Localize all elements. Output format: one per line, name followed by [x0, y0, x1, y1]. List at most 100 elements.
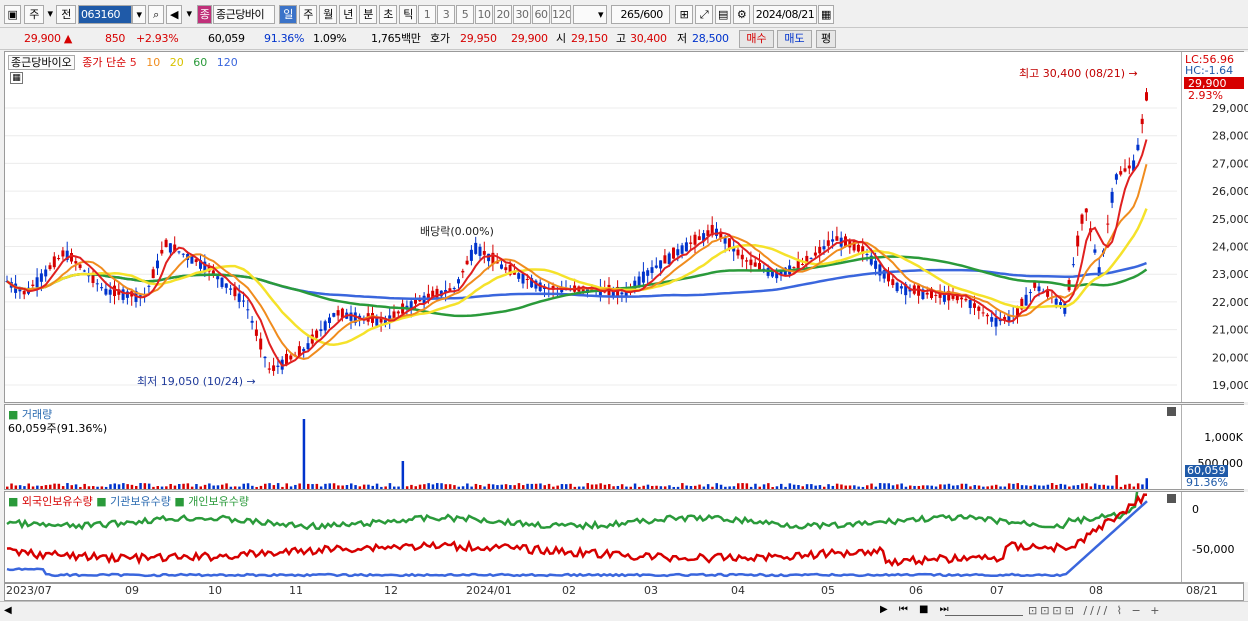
buy-button[interactable]: 매수	[739, 30, 774, 48]
volume-bar	[44, 485, 48, 489]
date-input[interactable]: 2024/08/21	[753, 5, 817, 24]
date-axis	[4, 583, 1244, 601]
volume-bar	[526, 483, 529, 489]
volume-bar	[685, 485, 688, 489]
hc-label: HC:-1.64	[1185, 64, 1233, 77]
candle-body	[1106, 223, 1110, 225]
chevron-down-icon[interactable]: ▾	[184, 5, 194, 24]
volume-bar	[655, 485, 658, 489]
interval-3[interactable]: 3	[437, 5, 455, 24]
candle-body	[259, 338, 263, 350]
market-type-select[interactable]: 주	[24, 5, 44, 24]
volume-bar	[117, 484, 121, 489]
candle-body	[74, 261, 78, 264]
volume-bar	[1119, 486, 1123, 489]
average-button[interactable]: 평	[816, 30, 836, 48]
stock-name[interactable]: 종근당바이	[213, 5, 275, 24]
volume-bar	[195, 484, 198, 489]
period-tab-minute[interactable]: 분	[359, 5, 377, 24]
volume-bar	[844, 485, 847, 489]
scroll-left-icon[interactable]: ◀	[4, 605, 12, 616]
volume-bar	[887, 483, 890, 489]
volume-bar	[104, 486, 108, 489]
period-tab-tick[interactable]: 틱	[399, 5, 417, 24]
volume-bar	[483, 486, 486, 489]
close-icon[interactable]	[1167, 407, 1176, 416]
volume-bar	[848, 485, 852, 489]
candle-body	[1110, 191, 1114, 203]
candle-body	[164, 239, 168, 248]
candle-body	[1136, 144, 1140, 151]
volume-bar	[1132, 486, 1136, 489]
interval-30[interactable]: 30	[513, 5, 531, 24]
volume-bar	[100, 486, 104, 489]
grid-icon[interactable]: ▦	[10, 72, 23, 84]
volume-bar	[427, 483, 430, 489]
speaker-icon[interactable]: ◀	[166, 5, 182, 24]
volume-bar	[66, 483, 69, 489]
volume-bar	[143, 483, 147, 489]
volume-bar	[861, 486, 865, 489]
interval-120[interactable]: 120	[551, 5, 571, 24]
price-change: 850	[105, 32, 126, 45]
volume-bar	[732, 486, 736, 489]
chart-type-icon[interactable]: ⊞	[675, 5, 693, 24]
price-candle-chart[interactable]: 최고 30,400 (08/21) → 최저 19,050 (10/24) → 배당…	[5, 52, 1177, 402]
ask-price-2: 29,900	[511, 32, 548, 45]
search-icon[interactable]: ⌕	[148, 5, 164, 24]
interval-20[interactable]: 20	[494, 5, 512, 24]
volume-bar	[590, 484, 594, 489]
chevron-down-icon[interactable]: ▾	[595, 5, 607, 24]
scroll-controls[interactable]: ▶ ⏮ ■ ⏭	[880, 604, 953, 615]
volume-bar	[289, 486, 293, 489]
volume-bar	[10, 483, 13, 489]
interval-10[interactable]: 10	[475, 5, 493, 24]
save-icon[interactable]: ▤	[715, 5, 731, 24]
date-axis-label: 04	[731, 584, 745, 597]
candle-body	[659, 260, 663, 269]
volume-bar	[388, 483, 392, 489]
volume-bar	[646, 484, 650, 489]
volume-bar-chart[interactable]	[5, 405, 1177, 489]
sell-button[interactable]: 매도	[777, 30, 812, 48]
volume-bar	[160, 486, 164, 489]
close-icon[interactable]	[1167, 494, 1176, 503]
ma60-label: 60	[193, 56, 208, 69]
period-tab-year[interactable]: 년	[339, 5, 357, 24]
candle-body	[267, 368, 271, 370]
candle-body	[57, 258, 61, 260]
holdings-axis: 0 -50,000	[1181, 492, 1248, 582]
interval-60[interactable]: 60	[532, 5, 550, 24]
calendar-icon[interactable]: ▦	[818, 5, 834, 24]
candle-body	[61, 250, 65, 257]
candle-body	[990, 317, 994, 322]
period-tab-week[interactable]: 주	[299, 5, 317, 24]
volume-bar	[874, 486, 878, 489]
volume-bar	[780, 483, 783, 489]
interval-5[interactable]: 5	[456, 5, 474, 24]
chart-scrollbar[interactable]: ◀ ▶ ⏮ ■ ⏭ ⊡⊡⊡⊡ ∕∕∕∕ ⌇ − +	[0, 601, 1248, 621]
zoom-slider[interactable]	[945, 610, 1023, 616]
volume-bar	[586, 483, 589, 489]
period-tab-month[interactable]: 월	[319, 5, 337, 24]
candle-body	[242, 300, 245, 302]
window-menu-icon[interactable]: ▣	[4, 5, 21, 24]
count-input[interactable]: 265	[611, 5, 641, 24]
volume-bar	[771, 486, 774, 489]
prev-button[interactable]: 전	[56, 5, 76, 24]
period-tab-second[interactable]: 초	[379, 5, 397, 24]
candle-body	[1076, 235, 1080, 247]
stock-code-input[interactable]: 063160	[78, 5, 132, 24]
compare-icon[interactable]: ⤢	[695, 5, 713, 24]
candle-body	[332, 313, 336, 317]
volume-bar	[788, 483, 792, 489]
drawing-tools[interactable]: ⊡⊡⊡⊡ ∕∕∕∕ ⌇ − +	[1028, 604, 1162, 617]
period-tab-day[interactable]: 일	[279, 5, 297, 24]
interval-1[interactable]: 1	[418, 5, 436, 24]
code-dropdown-icon[interactable]: ▾	[132, 5, 146, 24]
candle-body	[504, 267, 508, 271]
chevron-down-icon[interactable]: ▾	[46, 5, 54, 24]
gear-icon[interactable]: ⚙	[733, 5, 750, 24]
volume-bar	[582, 486, 585, 489]
candle-body	[1037, 286, 1041, 292]
